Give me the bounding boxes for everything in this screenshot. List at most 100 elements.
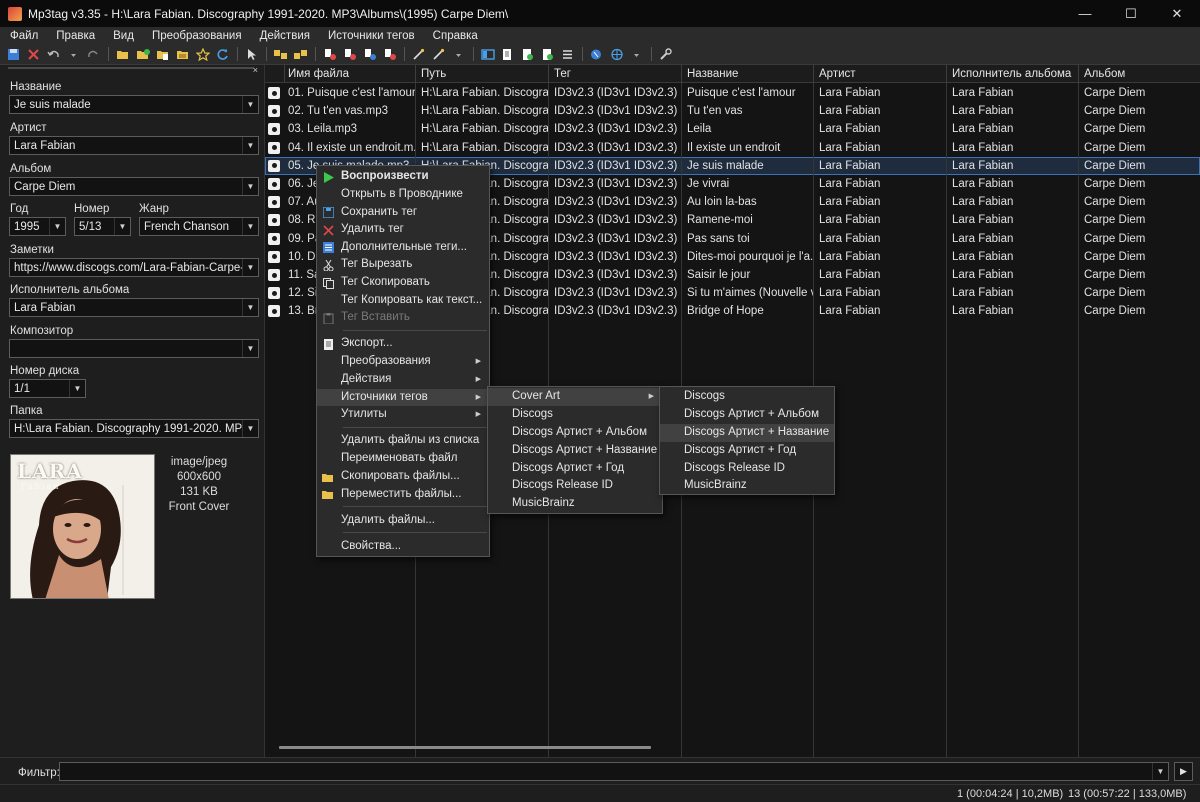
save-icon[interactable] bbox=[4, 46, 23, 63]
column-filename[interactable]: Имя файла bbox=[283, 65, 416, 83]
source-discogs-artist-title[interactable]: Discogs Артист + Название bbox=[488, 442, 662, 460]
favorites-star-icon[interactable] bbox=[193, 46, 212, 63]
chevron-down-icon[interactable]: ▼ bbox=[1152, 763, 1168, 780]
dropdown-arrow-icon[interactable] bbox=[64, 46, 83, 63]
ctx-remove-from-list[interactable]: Удалить файлы из списка bbox=[317, 432, 489, 450]
html-export-icon[interactable] bbox=[518, 46, 537, 63]
source-discogs-release-id[interactable]: Discogs Release ID bbox=[488, 477, 662, 495]
autonumber-icon[interactable] bbox=[558, 46, 577, 63]
dropdown-arrow-icon[interactable] bbox=[449, 46, 468, 63]
ctx-copy-tag[interactable]: Тег Скопировать bbox=[317, 274, 489, 292]
import-tag-icon[interactable] bbox=[380, 46, 399, 63]
menu-help[interactable]: Справка bbox=[424, 30, 487, 42]
menu-tag-sources[interactable]: Источники тегов bbox=[319, 30, 424, 42]
artist-field[interactable]: Lara Fabian ▼ bbox=[9, 136, 259, 155]
disc-field[interactable]: 1/1 ▼ bbox=[9, 379, 86, 398]
ctx-move-files[interactable]: Переместить файлы... bbox=[317, 486, 489, 504]
menu-view[interactable]: Вид bbox=[104, 30, 143, 42]
ctx-extra-tags[interactable]: Дополнительные теги... bbox=[317, 239, 489, 257]
chevron-down-icon[interactable]: ▼ bbox=[49, 218, 65, 235]
options-wrench-icon[interactable] bbox=[656, 46, 675, 63]
ctx-delete-tag[interactable]: Удалить тег bbox=[317, 221, 489, 239]
column-artist[interactable]: Артист bbox=[814, 65, 947, 83]
actions-wand-icon[interactable] bbox=[409, 46, 428, 63]
chevron-down-icon[interactable]: ▼ bbox=[242, 420, 258, 437]
chevron-down-icon[interactable]: ▼ bbox=[242, 137, 258, 154]
table-row[interactable]: 04. Il existe un endroit.m... H:\Lara Fab… bbox=[265, 139, 1200, 157]
source-discogs-artist-album[interactable]: Discogs Артист + Альбом bbox=[488, 424, 662, 442]
ctx-properties[interactable]: Свойства... bbox=[317, 538, 489, 556]
redo-icon[interactable] bbox=[84, 46, 103, 63]
select-files-icon[interactable] bbox=[242, 46, 261, 63]
source-discogs[interactable]: Discogs bbox=[488, 406, 662, 424]
column-album[interactable]: Альбом bbox=[1079, 65, 1200, 83]
cover-discogs-artist-year[interactable]: Discogs Артист + Год bbox=[660, 442, 834, 460]
ctx-tag-sources[interactable]: Источники тегов ▶ bbox=[317, 388, 489, 407]
table-row[interactable]: 02. Tu t'en vas.mp3 H:\Lara Fabian. Disco… bbox=[265, 102, 1200, 120]
open-folder-icon[interactable] bbox=[113, 46, 132, 63]
filename-to-tag-icon[interactable] bbox=[291, 46, 310, 63]
cover-discogs-release-id[interactable]: Discogs Release ID bbox=[660, 460, 834, 478]
ctx-utilities[interactable]: Утилиты ▶ bbox=[317, 406, 489, 424]
ctx-export[interactable]: Экспорт... bbox=[317, 335, 489, 353]
playlist-icon[interactable] bbox=[498, 46, 517, 63]
panel-close-button[interactable]: × bbox=[253, 65, 258, 75]
ctx-converters[interactable]: Преобразования ▶ bbox=[317, 353, 489, 371]
chevron-down-icon[interactable]: ▼ bbox=[242, 178, 258, 195]
chevron-down-icon[interactable]: ▼ bbox=[242, 340, 258, 357]
cover-discogs-artist-album[interactable]: Discogs Артист + Альбом bbox=[660, 406, 834, 424]
text-file-tag-icon[interactable] bbox=[340, 46, 359, 63]
ctx-save-tag[interactable]: Сохранить тег bbox=[317, 204, 489, 222]
chevron-down-icon[interactable]: ▼ bbox=[242, 259, 258, 276]
ctx-cut-tag[interactable]: Тег Вырезать bbox=[317, 256, 489, 274]
menu-edit[interactable]: Правка bbox=[47, 30, 104, 42]
playlist-folder-icon[interactable] bbox=[173, 46, 192, 63]
title-field[interactable]: Je suis malade ▼ bbox=[9, 95, 259, 114]
add-files-icon[interactable] bbox=[153, 46, 172, 63]
table-row[interactable]: 01. Puisque c'est l'amour... H:\Lara Fabi… bbox=[265, 84, 1200, 102]
column-tag[interactable]: Тег bbox=[549, 65, 682, 83]
column-title[interactable]: Название bbox=[682, 65, 814, 83]
genre-field[interactable]: French Chanson ▼ bbox=[139, 217, 259, 236]
tag-tag-icon[interactable] bbox=[320, 46, 339, 63]
remove-tag-icon[interactable] bbox=[24, 46, 43, 63]
maximize-button[interactable]: ☐ bbox=[1108, 0, 1154, 27]
year-field[interactable]: 1995 ▼ bbox=[9, 217, 66, 236]
dropdown-arrow-icon[interactable] bbox=[627, 46, 646, 63]
chevron-down-icon[interactable]: ▼ bbox=[242, 218, 258, 235]
source-cover-art[interactable]: Cover Art ▶ bbox=[488, 388, 662, 406]
ctx-copy-tag-text[interactable]: Тег Копировать как текст... bbox=[317, 292, 489, 310]
column-path[interactable]: Путь bbox=[416, 65, 549, 83]
composer-field[interactable]: ▼ bbox=[9, 339, 259, 358]
cover-discogs-artist-title[interactable]: Discogs Артист + Название bbox=[660, 424, 834, 442]
undo-icon[interactable] bbox=[44, 46, 63, 63]
menu-file[interactable]: Файл bbox=[2, 30, 47, 42]
tag-to-filename-icon[interactable] bbox=[271, 46, 290, 63]
comment-field[interactable]: https://www.discogs.com/Lara-Fabian-Carp… bbox=[9, 258, 259, 277]
menu-actions[interactable]: Действия bbox=[251, 30, 319, 42]
chevron-down-icon[interactable]: ▼ bbox=[242, 299, 258, 316]
source-musicbrainz[interactable]: MusicBrainz bbox=[488, 495, 662, 513]
ctx-open-explorer[interactable]: Открыть в Проводнике bbox=[317, 186, 489, 204]
ctx-copy-files[interactable]: Скопировать файлы... bbox=[317, 468, 489, 486]
ctx-play[interactable]: Воспроизвести bbox=[317, 168, 489, 186]
chevron-down-icon[interactable]: ▼ bbox=[242, 96, 258, 113]
close-button[interactable]: ✕ bbox=[1154, 0, 1200, 27]
quick-actions-wand-icon[interactable] bbox=[429, 46, 448, 63]
source-discogs-artist-year[interactable]: Discogs Артист + Год bbox=[488, 460, 662, 478]
filter-input[interactable]: ▼ bbox=[59, 762, 1169, 781]
filter-apply-button[interactable]: ▶ bbox=[1174, 762, 1193, 781]
cover-art-image[interactable]: LARA Fabian bbox=[10, 454, 155, 599]
icon-column-header[interactable] bbox=[265, 65, 285, 83]
minimize-button[interactable]: — bbox=[1062, 0, 1108, 27]
table-row[interactable]: 03. Leila.mp3 H:\Lara Fabian. Discogra...… bbox=[265, 120, 1200, 138]
track-field[interactable]: 5/13 ▼ bbox=[74, 217, 131, 236]
csv-export-icon[interactable] bbox=[538, 46, 557, 63]
album-artist-field[interactable]: Lara Fabian ▼ bbox=[9, 298, 259, 317]
chevron-down-icon[interactable]: ▼ bbox=[69, 380, 85, 397]
web-sources-icon[interactable] bbox=[587, 46, 606, 63]
column-album-artist[interactable]: Исполнитель альбома bbox=[947, 65, 1079, 83]
ctx-rename-file[interactable]: Переименовать файл bbox=[317, 450, 489, 468]
cover-discogs[interactable]: Discogs bbox=[660, 388, 834, 406]
add-folder-icon[interactable] bbox=[133, 46, 152, 63]
